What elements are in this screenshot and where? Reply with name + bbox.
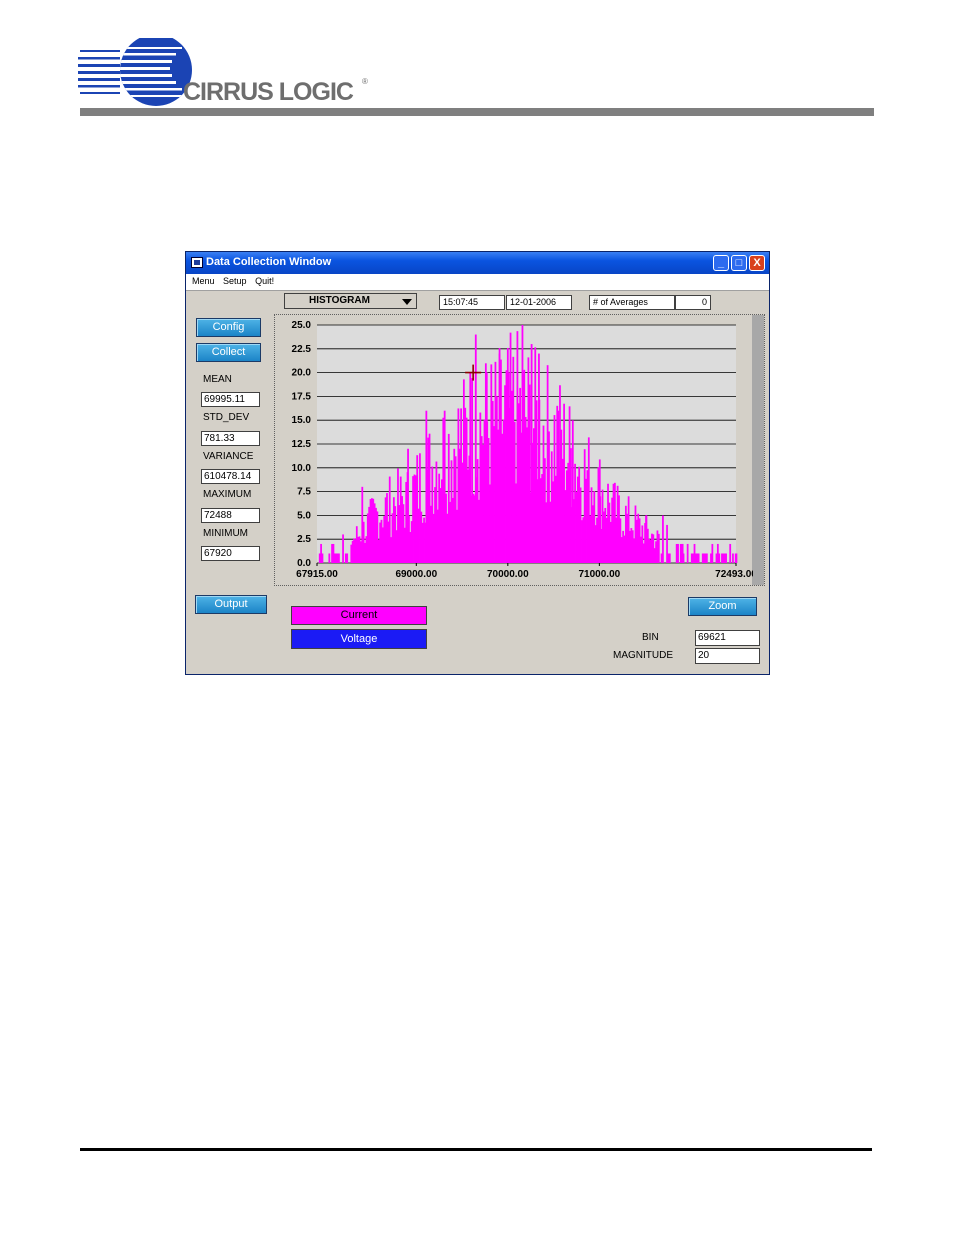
config-button[interactable]: Config xyxy=(196,318,261,337)
histogram-bar xyxy=(507,372,510,563)
close-button[interactable]: X xyxy=(749,255,765,271)
histogram-bar xyxy=(677,543,679,563)
histogram-bar xyxy=(657,533,660,563)
histogram-bar xyxy=(443,410,446,563)
x-tick-label: 67915.00 xyxy=(296,569,338,580)
y-tick-label: 12.5 xyxy=(292,439,312,450)
histogram-chart[interactable]: 0.0 2.5 5.0 7.5 10.0 12.5 15.0 17.5 20.0 22.5 25.0… xyxy=(275,315,753,585)
maximum-field: 72488 xyxy=(201,508,260,523)
magnitude-field: 20 xyxy=(695,648,760,664)
histogram-bar xyxy=(711,543,714,563)
display-mode-select[interactable]: HISTOGRAM xyxy=(284,293,417,309)
histogram-bar xyxy=(321,553,324,563)
zoom-button[interactable]: Zoom xyxy=(688,597,757,616)
x-tick-label: 70000.00 xyxy=(487,569,529,580)
menu-item-menu[interactable]: Menu xyxy=(192,276,215,286)
histogram-bar xyxy=(469,372,472,563)
histogram-bar xyxy=(530,344,533,563)
collect-button[interactable]: Collect xyxy=(196,343,261,362)
minimum-label: MINIMUM xyxy=(203,528,248,539)
y-tick-label: 2.5 xyxy=(297,534,311,545)
display-mode-value: HISTOGRAM xyxy=(309,295,370,306)
cirrus-logic-logo: CIRRUS LOGIC ® xyxy=(78,38,378,108)
histogram-bar xyxy=(474,334,477,563)
chevron-down-icon xyxy=(402,299,412,305)
voltage-series-button[interactable]: Voltage xyxy=(291,629,427,649)
bin-label: BIN xyxy=(642,632,659,643)
output-button[interactable]: Output xyxy=(195,595,267,614)
histogram-bar xyxy=(681,543,684,563)
histogram-bar xyxy=(705,553,708,563)
histogram-bar xyxy=(557,410,560,563)
averages-field[interactable]: 0 xyxy=(675,295,711,310)
menu-item-setup[interactable]: Setup xyxy=(223,276,247,286)
maximize-button[interactable]: □ xyxy=(731,255,747,271)
histogram-bar xyxy=(342,534,344,563)
window-app-icon[interactable] xyxy=(191,257,203,268)
histogram-bar xyxy=(485,372,488,563)
histogram-bar xyxy=(407,448,409,563)
std-dev-field: 781.33 xyxy=(201,431,260,446)
x-tick-label: 71000.00 xyxy=(578,569,620,580)
window-title: Data Collection Window xyxy=(206,256,332,268)
y-tick-label: 20.0 xyxy=(292,368,312,379)
histogram-bar xyxy=(425,410,428,563)
histogram-bar xyxy=(662,515,664,563)
x-tick-label: 69000.00 xyxy=(395,569,437,580)
std-dev-label: STD_DEV xyxy=(203,412,250,423)
variance-field: 610478.14 xyxy=(201,469,260,484)
histogram-bar xyxy=(599,496,602,563)
menu-bar: Menu Setup Quit! xyxy=(186,274,769,291)
histogram-bar xyxy=(328,553,331,563)
y-tick-label: 10.0 xyxy=(292,463,312,474)
data-collection-window: Data Collection Window _ □ X Menu Setup … xyxy=(185,251,770,675)
histogram-bar xyxy=(571,420,574,563)
histogram-bar xyxy=(645,515,647,563)
histogram-bar xyxy=(729,543,732,563)
averages-label: # of Averages xyxy=(589,295,675,310)
variance-label: VARIANCE xyxy=(203,451,254,462)
minimize-button[interactable]: _ xyxy=(713,255,729,271)
brand-trademark: ® xyxy=(362,77,368,86)
histogram-bar xyxy=(732,553,734,563)
date-field: 12-01-2006 xyxy=(506,295,572,310)
histogram-bar xyxy=(718,553,721,563)
histogram-bar xyxy=(521,325,524,563)
time-field: 15:07:45 xyxy=(439,295,505,310)
y-tick-label: 7.5 xyxy=(297,487,311,498)
minimum-field: 67920 xyxy=(201,546,260,561)
histogram-bar xyxy=(697,553,700,563)
mean-label: MEAN xyxy=(203,374,232,385)
graph-scroll-edge xyxy=(752,315,764,585)
brand-name: CIRRUS LOGIC xyxy=(183,78,354,106)
histogram-graph[interactable]: 0.0 2.5 5.0 7.5 10.0 12.5 15.0 17.5 20.0 22.5 25.0… xyxy=(274,314,765,586)
footer-divider xyxy=(80,1148,872,1151)
y-tick-label: 5.0 xyxy=(297,510,311,521)
maximum-label: MAXIMUM xyxy=(203,489,252,500)
histogram-bar xyxy=(668,553,671,563)
mean-field: 69995.11 xyxy=(201,392,260,407)
y-tick-label: 22.5 xyxy=(292,344,312,355)
x-tick-label: 72493.00 xyxy=(715,569,753,580)
y-tick-label: 25.0 xyxy=(292,320,312,331)
title-bar[interactable]: Data Collection Window _ □ X xyxy=(186,252,769,274)
y-tick-label: 0.0 xyxy=(297,558,311,569)
y-tick-label: 17.5 xyxy=(292,391,312,402)
y-tick-label: 15.0 xyxy=(292,415,312,426)
current-series-button[interactable]: Current xyxy=(291,606,427,625)
header-divider xyxy=(80,108,874,116)
histogram-bar xyxy=(498,353,501,563)
magnitude-label: MAGNITUDE xyxy=(613,650,673,661)
histogram-bar xyxy=(361,486,364,563)
histogram-bar xyxy=(346,553,349,563)
histogram-bar xyxy=(735,553,738,563)
histogram-bar xyxy=(686,543,689,563)
histogram-bar xyxy=(725,553,727,563)
histogram-bar xyxy=(538,353,540,563)
menu-item-quit[interactable]: Quit! xyxy=(255,276,274,286)
bin-field: 69621 xyxy=(695,630,760,646)
histogram-bar xyxy=(338,553,340,563)
